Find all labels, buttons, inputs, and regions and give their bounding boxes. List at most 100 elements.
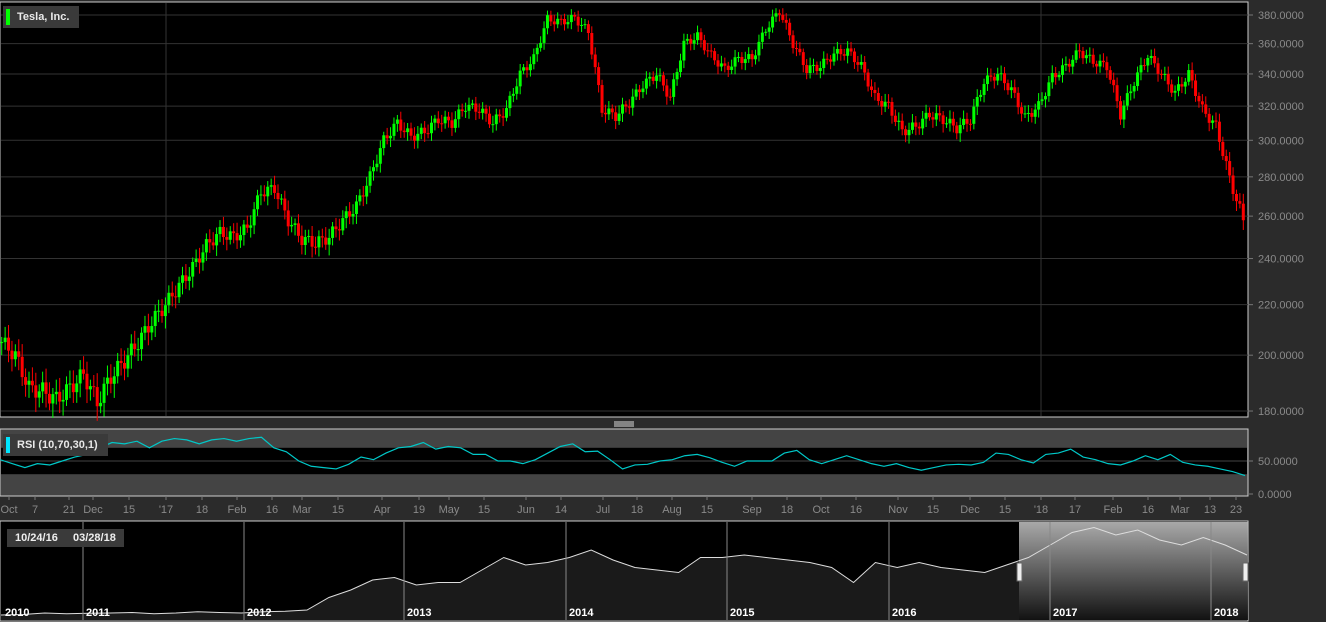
candle (549, 15, 553, 22)
candle (812, 64, 816, 66)
candle (1108, 70, 1112, 80)
candle (249, 225, 253, 228)
candle (358, 195, 362, 202)
candle (1125, 93, 1129, 106)
candle (593, 54, 597, 68)
candle (252, 209, 256, 226)
candle (958, 124, 962, 134)
x-tick-label: 18 (631, 504, 643, 516)
candle (505, 108, 509, 118)
candle (457, 109, 461, 120)
candle (631, 96, 635, 108)
x-tick-label: 15 (123, 504, 135, 516)
candle (191, 261, 195, 277)
candle (324, 237, 328, 245)
candle (303, 237, 307, 246)
candle (1006, 83, 1010, 91)
candle (1200, 101, 1204, 105)
candle (440, 123, 444, 125)
x-tick-label: Apr (373, 504, 390, 516)
candle (866, 72, 870, 87)
rsi-tick-label: 0.0000 (1258, 489, 1292, 501)
candle (317, 236, 321, 248)
candle (129, 343, 133, 356)
candle (211, 242, 215, 246)
candle (3, 337, 7, 343)
candle (126, 355, 130, 369)
candle (583, 24, 587, 26)
candle (344, 211, 348, 219)
candle (1057, 74, 1061, 78)
stock-chart[interactable]: 180.0000200.0000220.0000240.0000260.0000… (0, 0, 1326, 622)
candle (184, 275, 188, 281)
x-tick-label: 17 (1069, 504, 1081, 516)
candle (47, 393, 51, 404)
candle (17, 351, 21, 357)
candle (638, 89, 642, 93)
candle (948, 118, 952, 124)
candle (450, 120, 454, 128)
candle (160, 310, 164, 317)
candle (286, 210, 290, 227)
y-tick-label: 360.0000 (1258, 39, 1304, 51)
candle (314, 246, 318, 248)
candle (1115, 85, 1119, 102)
x-tick-label: Jul (596, 504, 610, 516)
candle (235, 233, 239, 241)
candle (1095, 63, 1099, 67)
navigator-handle[interactable] (1242, 562, 1249, 582)
candle (508, 95, 512, 109)
candle (481, 108, 485, 113)
range-end-date[interactable]: 03/28/18 (65, 529, 124, 547)
navigator-year-label: 2012 (247, 607, 271, 619)
candle (109, 377, 113, 384)
x-tick-label: 15 (701, 504, 713, 516)
candle (256, 195, 260, 210)
candle (460, 109, 464, 112)
candle (123, 363, 126, 369)
candle (1149, 55, 1153, 59)
navigator-handle[interactable] (1016, 562, 1023, 582)
range-start-date[interactable]: 10/24/16 (7, 529, 66, 547)
x-tick-label: '17 (159, 504, 173, 516)
candle (470, 103, 474, 105)
candle (44, 382, 48, 394)
candle (706, 50, 710, 52)
y-tick-label: 380.0000 (1258, 10, 1304, 22)
candle (1067, 63, 1071, 67)
x-tick-label: 19 (413, 504, 425, 516)
candle (791, 35, 795, 49)
candle (873, 89, 877, 94)
candle (788, 22, 792, 36)
navigator-year-label: 2017 (1053, 607, 1077, 619)
x-tick-label: 18 (196, 504, 208, 516)
candle (992, 76, 996, 81)
candle (116, 360, 120, 377)
candle (112, 376, 116, 384)
candle (30, 380, 34, 386)
candle (832, 53, 836, 62)
candle (678, 60, 682, 73)
candle (719, 63, 723, 67)
candle (1176, 84, 1180, 91)
candle (965, 118, 969, 124)
candle (225, 237, 229, 240)
x-tick-label: 23 (1230, 504, 1242, 516)
candle (1054, 73, 1058, 78)
candle (794, 48, 798, 50)
candle (27, 380, 31, 385)
candle (1136, 72, 1140, 87)
candle (723, 63, 727, 66)
candle (1098, 60, 1102, 67)
indicator-legend: RSI (10,70,30,1) (3, 434, 108, 456)
candle (808, 65, 812, 74)
candle (177, 282, 181, 298)
candle (805, 65, 809, 74)
candle (1173, 90, 1177, 93)
candle (641, 88, 645, 93)
candle (1183, 81, 1187, 87)
candle (1228, 161, 1232, 176)
candle (307, 236, 311, 238)
candle (658, 75, 662, 77)
candle (82, 369, 86, 374)
